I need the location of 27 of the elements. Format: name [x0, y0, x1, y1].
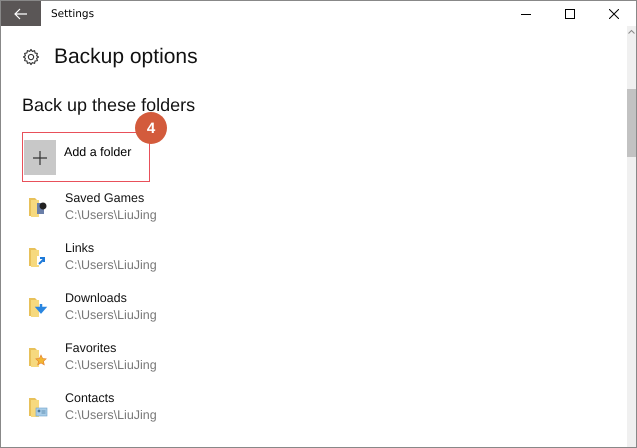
- scroll-thumb[interactable]: [627, 89, 636, 157]
- folder-contact-icon: [28, 396, 48, 418]
- page-title: Backup options: [54, 45, 198, 69]
- folder-name: Saved Games: [65, 190, 146, 207]
- step-badge: 4: [135, 112, 167, 144]
- scroll-up-icon[interactable]: [628, 29, 635, 34]
- settings-icon: [22, 48, 40, 66]
- plus-icon: [24, 140, 56, 175]
- close-icon: [609, 8, 619, 18]
- folder-download-icon: [28, 296, 48, 318]
- back-button[interactable]: [1, 1, 41, 26]
- folder-star-icon: [28, 346, 48, 368]
- folder-path: C:\Users\LiuJing: [65, 407, 157, 424]
- folder-name: Links: [65, 240, 96, 257]
- scrollbar[interactable]: [627, 26, 636, 447]
- folder-shortcut-icon: [28, 246, 48, 268]
- folder-name: Contacts: [65, 390, 116, 407]
- maximize-icon: [565, 8, 575, 18]
- folder-path: C:\Users\LiuJing: [65, 207, 157, 224]
- folder-path: C:\Users\LiuJing: [65, 357, 157, 374]
- folder-name: Downloads: [65, 290, 128, 307]
- folder-path: C:\Users\LiuJing: [65, 257, 157, 274]
- folder-path: C:\Users\LiuJing: [65, 307, 157, 324]
- back-arrow-icon: [14, 8, 28, 20]
- add-folder-button[interactable]: Add a folder: [22, 132, 150, 182]
- folder-name: Favorites: [65, 340, 118, 357]
- window-title: Settings: [51, 8, 96, 20]
